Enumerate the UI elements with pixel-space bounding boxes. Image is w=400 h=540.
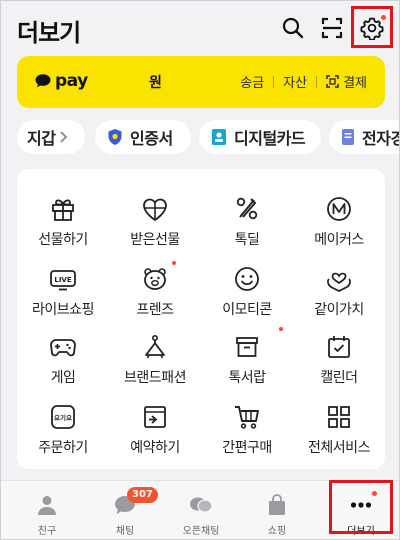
order-icon-text: 요기요 xyxy=(54,413,72,422)
service-easy-purchase[interactable]: 간편구매 xyxy=(201,399,293,465)
pay-link-payment-label: 결제 xyxy=(343,76,367,91)
header: 더보기 xyxy=(1,1,399,55)
smile-icon xyxy=(235,267,259,291)
service-label: 프렌즈 xyxy=(136,302,174,318)
service-label: 이모티콘 xyxy=(222,302,272,318)
service-all[interactable]: 전체서비스 xyxy=(293,399,385,465)
heart-gift-icon xyxy=(143,198,167,222)
service-game[interactable]: 게임 xyxy=(17,329,109,395)
service-label: 톡서랍 xyxy=(228,370,266,386)
service-brand-fashion[interactable]: 브랜드패션 xyxy=(109,329,201,395)
hanger-icon xyxy=(145,334,165,359)
chip-electronic-doc-label: 전자경 xyxy=(362,129,399,148)
pay-logo-text: pay xyxy=(55,71,88,91)
pay-links: 송금 자산 결제 xyxy=(240,72,367,91)
drawer-icon xyxy=(236,337,258,357)
services-card: 선물하기 받은선물 톡딜 메이커스 LIVE 라이브쇼핑 프렌즈 이모티콘 같이… xyxy=(17,169,385,469)
service-label: 톡딜 xyxy=(234,232,260,248)
chip-certificate[interactable]: 인증서 xyxy=(95,120,191,154)
shopping-bag-icon xyxy=(269,494,285,515)
service-label: 주문하기 xyxy=(38,440,88,456)
chevron-right-icon xyxy=(60,131,68,143)
chip-digital-card-label: 디지털카드 xyxy=(234,129,306,148)
settings-highlight xyxy=(351,6,393,48)
service-together-value[interactable]: 같이가치 xyxy=(293,261,385,327)
nav-friends[interactable]: 친구 xyxy=(9,489,85,537)
page-title: 더보기 xyxy=(17,19,81,47)
nav-label: 오픈채팅 xyxy=(182,526,220,537)
chip-wallet-label: 지갑 xyxy=(27,129,56,148)
screen: 더보기 pay 원 송금 자산 결제 지갑 인증서 디지털카드 전자 선물하기 … xyxy=(0,0,400,540)
service-friends[interactable]: 프렌즈 xyxy=(109,261,201,327)
grid-icon xyxy=(328,406,350,428)
service-label: 캘린더 xyxy=(320,370,358,386)
search-icon xyxy=(282,17,304,39)
service-label: 선물하기 xyxy=(38,232,88,248)
chip-electronic-doc[interactable]: 전자경 xyxy=(329,120,399,154)
service-label: 라이브쇼핑 xyxy=(32,302,94,318)
service-label: 브랜드패션 xyxy=(124,370,186,386)
service-order[interactable]: 요기요 주문하기 xyxy=(17,399,109,465)
service-booking[interactable]: 예약하기 xyxy=(109,399,201,465)
shield-icon xyxy=(108,129,122,145)
new-dot xyxy=(279,327,283,331)
more-highlight xyxy=(329,480,393,534)
person-icon xyxy=(38,496,56,515)
pay-bubble-icon xyxy=(35,74,51,88)
chip-wallet[interactable]: 지갑 xyxy=(17,120,85,154)
cart-icon xyxy=(235,406,259,429)
service-label: 메이커스 xyxy=(314,232,364,248)
service-talk-drawer[interactable]: 톡서랍 xyxy=(201,327,293,395)
service-label: 간편구매 xyxy=(222,440,272,456)
nav-chat[interactable]: 307 채팅 xyxy=(87,487,163,537)
pay-link-payment[interactable]: 결제 xyxy=(326,72,367,91)
makers-m-icon xyxy=(327,197,351,221)
gamepad-icon xyxy=(50,339,76,357)
svg-text:LIVE: LIVE xyxy=(54,276,71,284)
pay-bar[interactable]: pay 원 송금 자산 결제 xyxy=(17,56,385,108)
percent-icon xyxy=(236,197,258,220)
open-chat-icon xyxy=(190,497,213,513)
document-icon xyxy=(342,129,354,145)
service-emoticon[interactable]: 이모티콘 xyxy=(201,261,293,327)
service-live-shopping[interactable]: LIVE 라이브쇼핑 xyxy=(17,261,109,327)
live-tv-icon: LIVE xyxy=(50,270,76,291)
divider xyxy=(273,75,275,88)
friends-bear-icon xyxy=(144,268,166,290)
calendar-check-icon xyxy=(328,336,350,358)
service-label: 전체서비스 xyxy=(308,440,370,456)
nav-label: 친구 xyxy=(37,526,57,537)
search-button[interactable] xyxy=(278,13,308,43)
scan-icon xyxy=(321,17,343,39)
service-label: 받은선물 xyxy=(130,232,180,248)
service-makers[interactable]: 메이커스 xyxy=(293,191,385,257)
id-card-icon xyxy=(212,129,226,145)
pay-logo[interactable]: pay xyxy=(35,71,88,91)
qr-scan-icon xyxy=(326,75,339,88)
service-calendar[interactable]: 캘린더 xyxy=(293,329,385,395)
pay-balance[interactable]: 원 xyxy=(149,72,162,92)
pay-link-assets[interactable]: 자산 xyxy=(283,72,307,91)
service-label: 예약하기 xyxy=(130,440,180,456)
nav-shopping[interactable]: 쇼핑 xyxy=(239,489,315,537)
service-received-gift[interactable]: 받은선물 xyxy=(109,191,201,257)
service-label: 같이가치 xyxy=(314,302,364,318)
divider xyxy=(316,75,318,88)
service-talk-deal[interactable]: 톡딜 xyxy=(201,191,293,257)
service-gift[interactable]: 선물하기 xyxy=(17,191,109,257)
chip-digital-card[interactable]: 디지털카드 xyxy=(199,120,321,154)
booking-icon xyxy=(144,406,166,428)
gift-box-icon xyxy=(52,199,74,221)
nav-label: 쇼핑 xyxy=(267,526,287,537)
scan-button[interactable] xyxy=(317,13,347,43)
order-icon: 요기요 xyxy=(51,405,75,429)
nav-label: 채팅 xyxy=(115,526,135,537)
new-dot xyxy=(172,261,176,265)
heart-hands-icon xyxy=(327,272,351,292)
pay-link-transfer[interactable]: 송금 xyxy=(240,72,264,91)
nav-open-chat[interactable]: 오픈채팅 xyxy=(163,489,239,537)
chat-unread-badge: 307 xyxy=(127,487,158,503)
service-label: 게임 xyxy=(50,370,76,386)
chip-certificate-label: 인증서 xyxy=(130,129,173,148)
